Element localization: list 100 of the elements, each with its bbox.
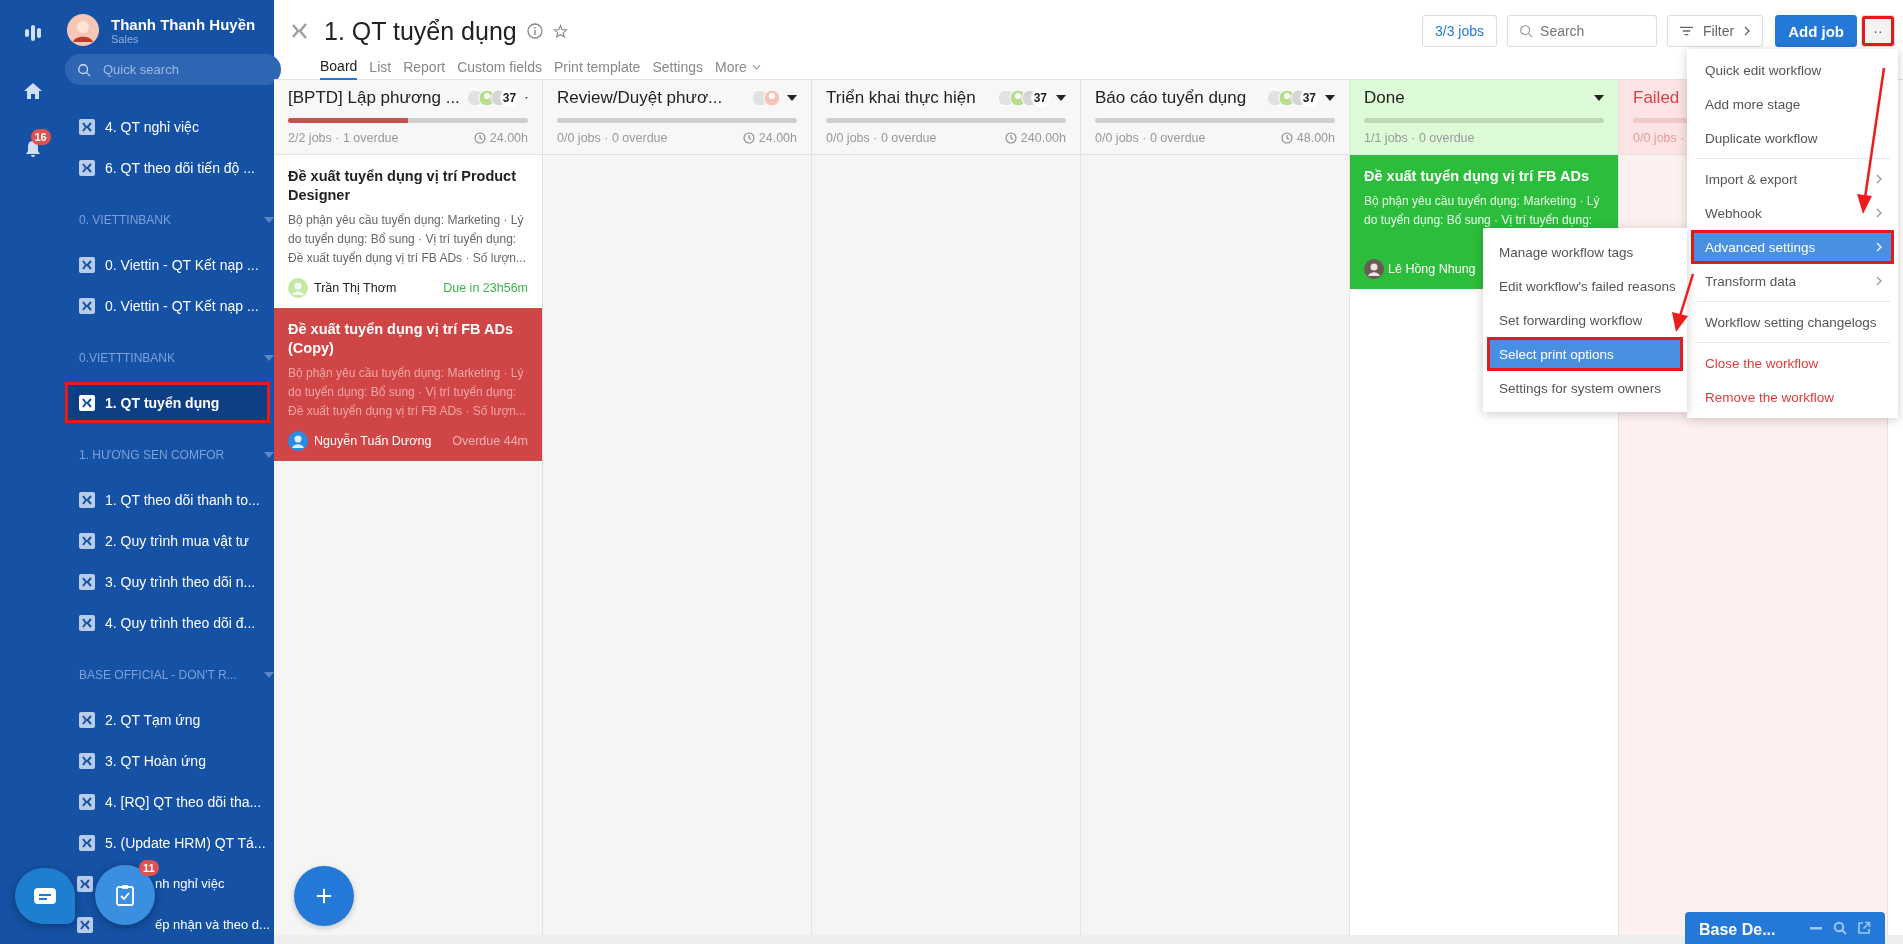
menu-item[interactable]: Close the workflow [1691,346,1894,380]
job-card[interactable] [274,155,542,308]
section-heading: 1. HƯƠNG SEN COMFOR [79,448,225,462]
task-badge: 11 [139,860,159,876]
chat-icon [33,886,57,906]
chat-widget-title: Base De... [1699,921,1777,939]
workflow-icon [77,916,93,933]
more-button[interactable]: ·· [1861,15,1895,47]
workflow-icon [79,752,95,769]
filter-button[interactable]: Filter [1667,15,1764,47]
workflow-icon [79,256,95,273]
info-icon[interactable] [526,23,543,39]
menu-item[interactable]: Add more stage [1691,87,1894,121]
job-title: Đề xuất tuyển dụng vị trí FB ADs [1364,167,1591,186]
menu-item[interactable]: Remove the workflow [1691,380,1894,414]
caret-icon[interactable] [1325,95,1335,101]
menu-item[interactable]: Quick edit workflow [1691,53,1894,87]
menu-item[interactable]: Import & export [1691,162,1894,196]
workflow-icon [79,793,95,810]
column-stats: 1/1 jobs · 0 overdue [1364,131,1475,145]
workflow-item[interactable]: 4. [RQ] QT theo dõi tha... [65,781,274,822]
tab[interactable]: Report [403,54,446,80]
tab[interactable]: Settings [652,54,703,80]
menu-item[interactable]: Webhook [1691,196,1894,230]
column-title: [BPTD] Lập phương ... [288,88,460,108]
home-icon[interactable] [22,81,43,101]
chevron-right-icon [1744,26,1751,36]
workflow-item[interactable]: 4. Quy trình theo dõi đ... [65,602,274,643]
workflow-item[interactable]: 1. QT theo dõi thanh to... [65,479,274,520]
search-icon [77,63,91,77]
due-status: Overdue 44m [452,434,528,448]
job-title: Đề xuất tuyển dụng vị trí FB ADs (Copy) [288,320,515,358]
workflow-item[interactable]: 4. QT nghỉ việc [65,106,274,147]
workflow-item[interactable]: 2. Quy trình mua vật tư [65,520,274,561]
chevron-right-icon [1876,174,1882,184]
workflow-item[interactable]: 0. Viettin - QT Kết nạp ... [65,244,274,285]
tab[interactable]: More [714,54,761,80]
menu-item[interactable]: Set forwarding workflow [1487,303,1683,337]
open-external-icon[interactable] [1857,921,1871,935]
tab[interactable]: List [369,54,392,80]
menu-item[interactable]: Duplicate workflow [1691,121,1894,155]
assignee-avatar-icon [1364,259,1384,279]
clipboard-check-icon [115,884,135,906]
job-title: Đề xuất tuyển dụng vị trí Product Designer [288,167,517,205]
menu-item[interactable]: Workflow setting changelogs [1691,305,1894,339]
jobs-count-button[interactable]: 3/3 jobs [1422,15,1498,47]
assignee-avatar-icon [288,278,308,298]
time-estimate: 240.00h [1020,131,1066,145]
time-estimate: 48.00h [1296,131,1335,145]
workflow-item[interactable]: 1. QT tuyển dụng [65,382,270,423]
user-name: Thanh Thanh Huyền [111,15,256,33]
workflow-icon [79,573,95,590]
avatar-icon[interactable] [67,14,99,46]
logo-icon[interactable] [22,23,43,43]
section-heading: 0. VIETTINBANK [79,213,172,227]
chevron-right-icon [1876,242,1882,252]
menu-item[interactable]: Transform data [1691,264,1894,298]
column-stats: 0/0 jobs · 0 overdue [826,131,937,145]
caret-icon[interactable] [1594,95,1604,101]
add-job-button[interactable]: Add job [1775,15,1857,47]
column-title: Review/Duyệt phươ... [557,88,724,108]
search-field[interactable]: Search [1507,15,1658,47]
column-stats: 0/0 jobs · [1633,131,1685,145]
workflow-item[interactable]: 3. QT Hoàn ứng [65,740,274,781]
assignee-name: Lê Hồng Nhung [1388,262,1477,276]
workflow-icon [79,614,95,631]
assignee-name: Nguyễn Tuấn Dương [314,434,433,448]
quick-search-field[interactable]: Quick search [65,54,281,85]
clock-icon [473,132,486,144]
workflow-item[interactable]: 0. Viettin - QT Kết nạp ... [65,285,274,326]
workflow-item[interactable]: 3. Quy trình theo dõi n... [65,561,274,602]
column-title: Triển khai thực hiện [826,88,977,108]
workflow-item[interactable]: 6. QT theo dõi tiến độ ... [65,147,274,188]
star-icon[interactable] [552,23,568,39]
caret-icon[interactable] [787,95,797,101]
workflow-item[interactable]: 5. (Update HRM) QT Tá... [65,822,274,863]
user-role: Sales [111,32,140,45]
tab[interactable]: Custom fields [457,54,542,80]
column-stats: 0/0 jobs · 0 overdue [557,131,668,145]
column-title: Báo cáo tuyển dụng [1095,88,1248,108]
workflow-icon [79,159,95,176]
workflow-icon [79,297,95,314]
job-description: Bộ phận yêu cầu tuyển dụng: Marketing · Lý do tuyển dụng: Bổ sung · Vị trí tuyển dụng: Đề xuất tuyển dụng vị trí FB ADs · Số lượn... [288,365,527,420]
caret-icon[interactable] [1056,95,1066,101]
search-icon[interactable] [1833,921,1847,935]
chat-widget-bar[interactable]: Base De... [1685,912,1885,944]
job-description: Bộ phận yêu cầu tuyển dụng: Marketing · Lý do tuyển dụng: Bổ sung · Vị trí tuyển dụng: [1364,193,1601,229]
section-heading: 0.VIETTTINBANK [79,351,176,365]
chevron-right-icon [1876,208,1882,218]
plus-icon [315,887,333,905]
menu-item[interactable]: Settings for system owners [1487,371,1683,405]
workflow-item[interactable]: 2. QT Tạm ứng [65,699,274,740]
search-icon [1519,24,1534,38]
tab[interactable]: Print template [554,54,641,80]
member-avatars-icon [751,89,781,107]
workflow-item[interactable]: ếp nhận và theo d... [155,904,270,944]
workflow-title: 1. QT tuyển dụng [324,16,517,46]
workflow-icon [79,711,95,728]
section-heading: BASE OFFICIAL - DON'T R... [79,668,237,682]
chevron-down-icon [751,64,761,70]
